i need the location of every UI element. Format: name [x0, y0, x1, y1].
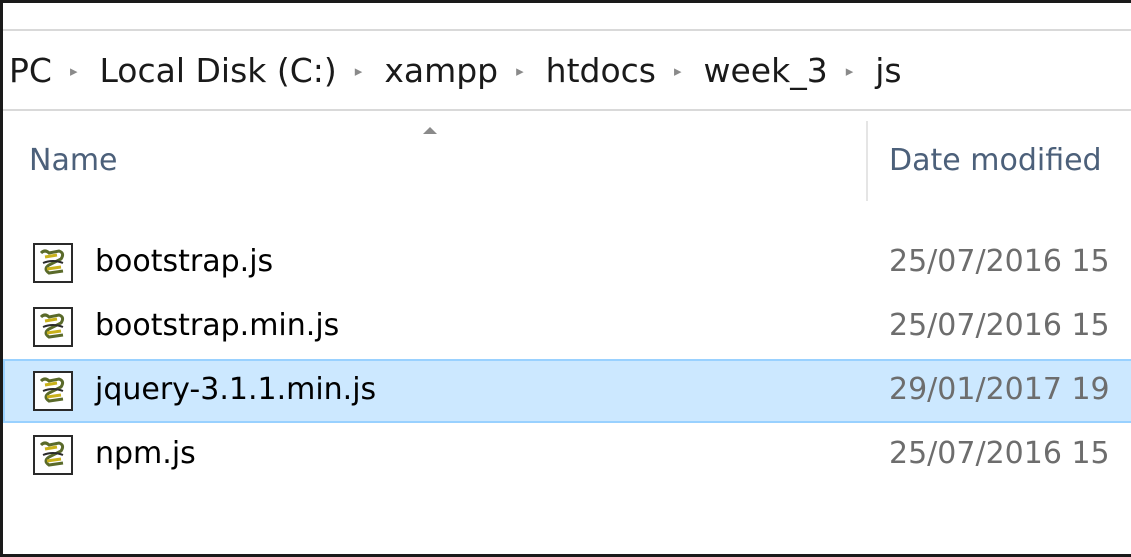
file-date-modified: 25/07/2016 15 — [889, 244, 1110, 279]
chevron-right-icon[interactable]: ▸ — [502, 62, 540, 80]
file-name: npm.js — [95, 436, 196, 471]
breadcrumb-item-week-3[interactable]: week_3 — [698, 51, 832, 90]
file-row[interactable]: bootstrap.min.js 25/07/2016 15 — [3, 295, 1131, 359]
breadcrumb-item-local-disk[interactable]: Local Disk (C:) — [93, 51, 340, 90]
file-date-modified: 25/07/2016 15 — [889, 308, 1110, 343]
js-file-icon — [33, 435, 73, 475]
column-divider[interactable] — [866, 121, 868, 201]
address-bar[interactable]: PC ▸ Local Disk (C:) ▸ xampp ▸ htdocs ▸ … — [3, 31, 1131, 111]
column-header-date-modified[interactable]: Date modified — [889, 143, 1102, 178]
file-name: jquery-3.1.1.min.js — [95, 372, 377, 407]
sort-ascending-icon — [423, 127, 437, 134]
chevron-right-icon[interactable]: ▸ — [341, 62, 379, 80]
chevron-right-icon[interactable]: ▸ — [56, 62, 94, 80]
file-list: bootstrap.js 25/07/2016 15 bootstrap.min… — [3, 231, 1131, 487]
js-file-icon — [33, 243, 73, 283]
breadcrumb-item-htdocs[interactable]: htdocs — [540, 51, 660, 90]
file-row[interactable]: npm.js 25/07/2016 15 — [3, 423, 1131, 487]
file-row-selected[interactable]: jquery-3.1.1.min.js 29/01/2017 19 — [3, 359, 1131, 423]
chevron-right-icon[interactable]: ▸ — [832, 62, 870, 80]
breadcrumb-item-pc[interactable]: PC — [3, 51, 56, 90]
file-row[interactable]: bootstrap.js 25/07/2016 15 — [3, 231, 1131, 295]
file-date-modified: 25/07/2016 15 — [889, 436, 1110, 471]
file-name: bootstrap.min.js — [95, 308, 340, 343]
file-name: bootstrap.js — [95, 244, 274, 279]
toolbar-strip — [3, 3, 1131, 31]
column-header: Name Date modified — [3, 111, 1131, 221]
file-date-modified: 29/01/2017 19 — [889, 372, 1110, 407]
breadcrumb-item-js[interactable]: js — [869, 51, 905, 90]
column-header-name[interactable]: Name — [29, 143, 118, 178]
js-file-icon — [33, 371, 73, 411]
breadcrumb-item-xampp[interactable]: xampp — [378, 51, 502, 90]
chevron-right-icon[interactable]: ▸ — [660, 62, 698, 80]
js-file-icon — [33, 307, 73, 347]
